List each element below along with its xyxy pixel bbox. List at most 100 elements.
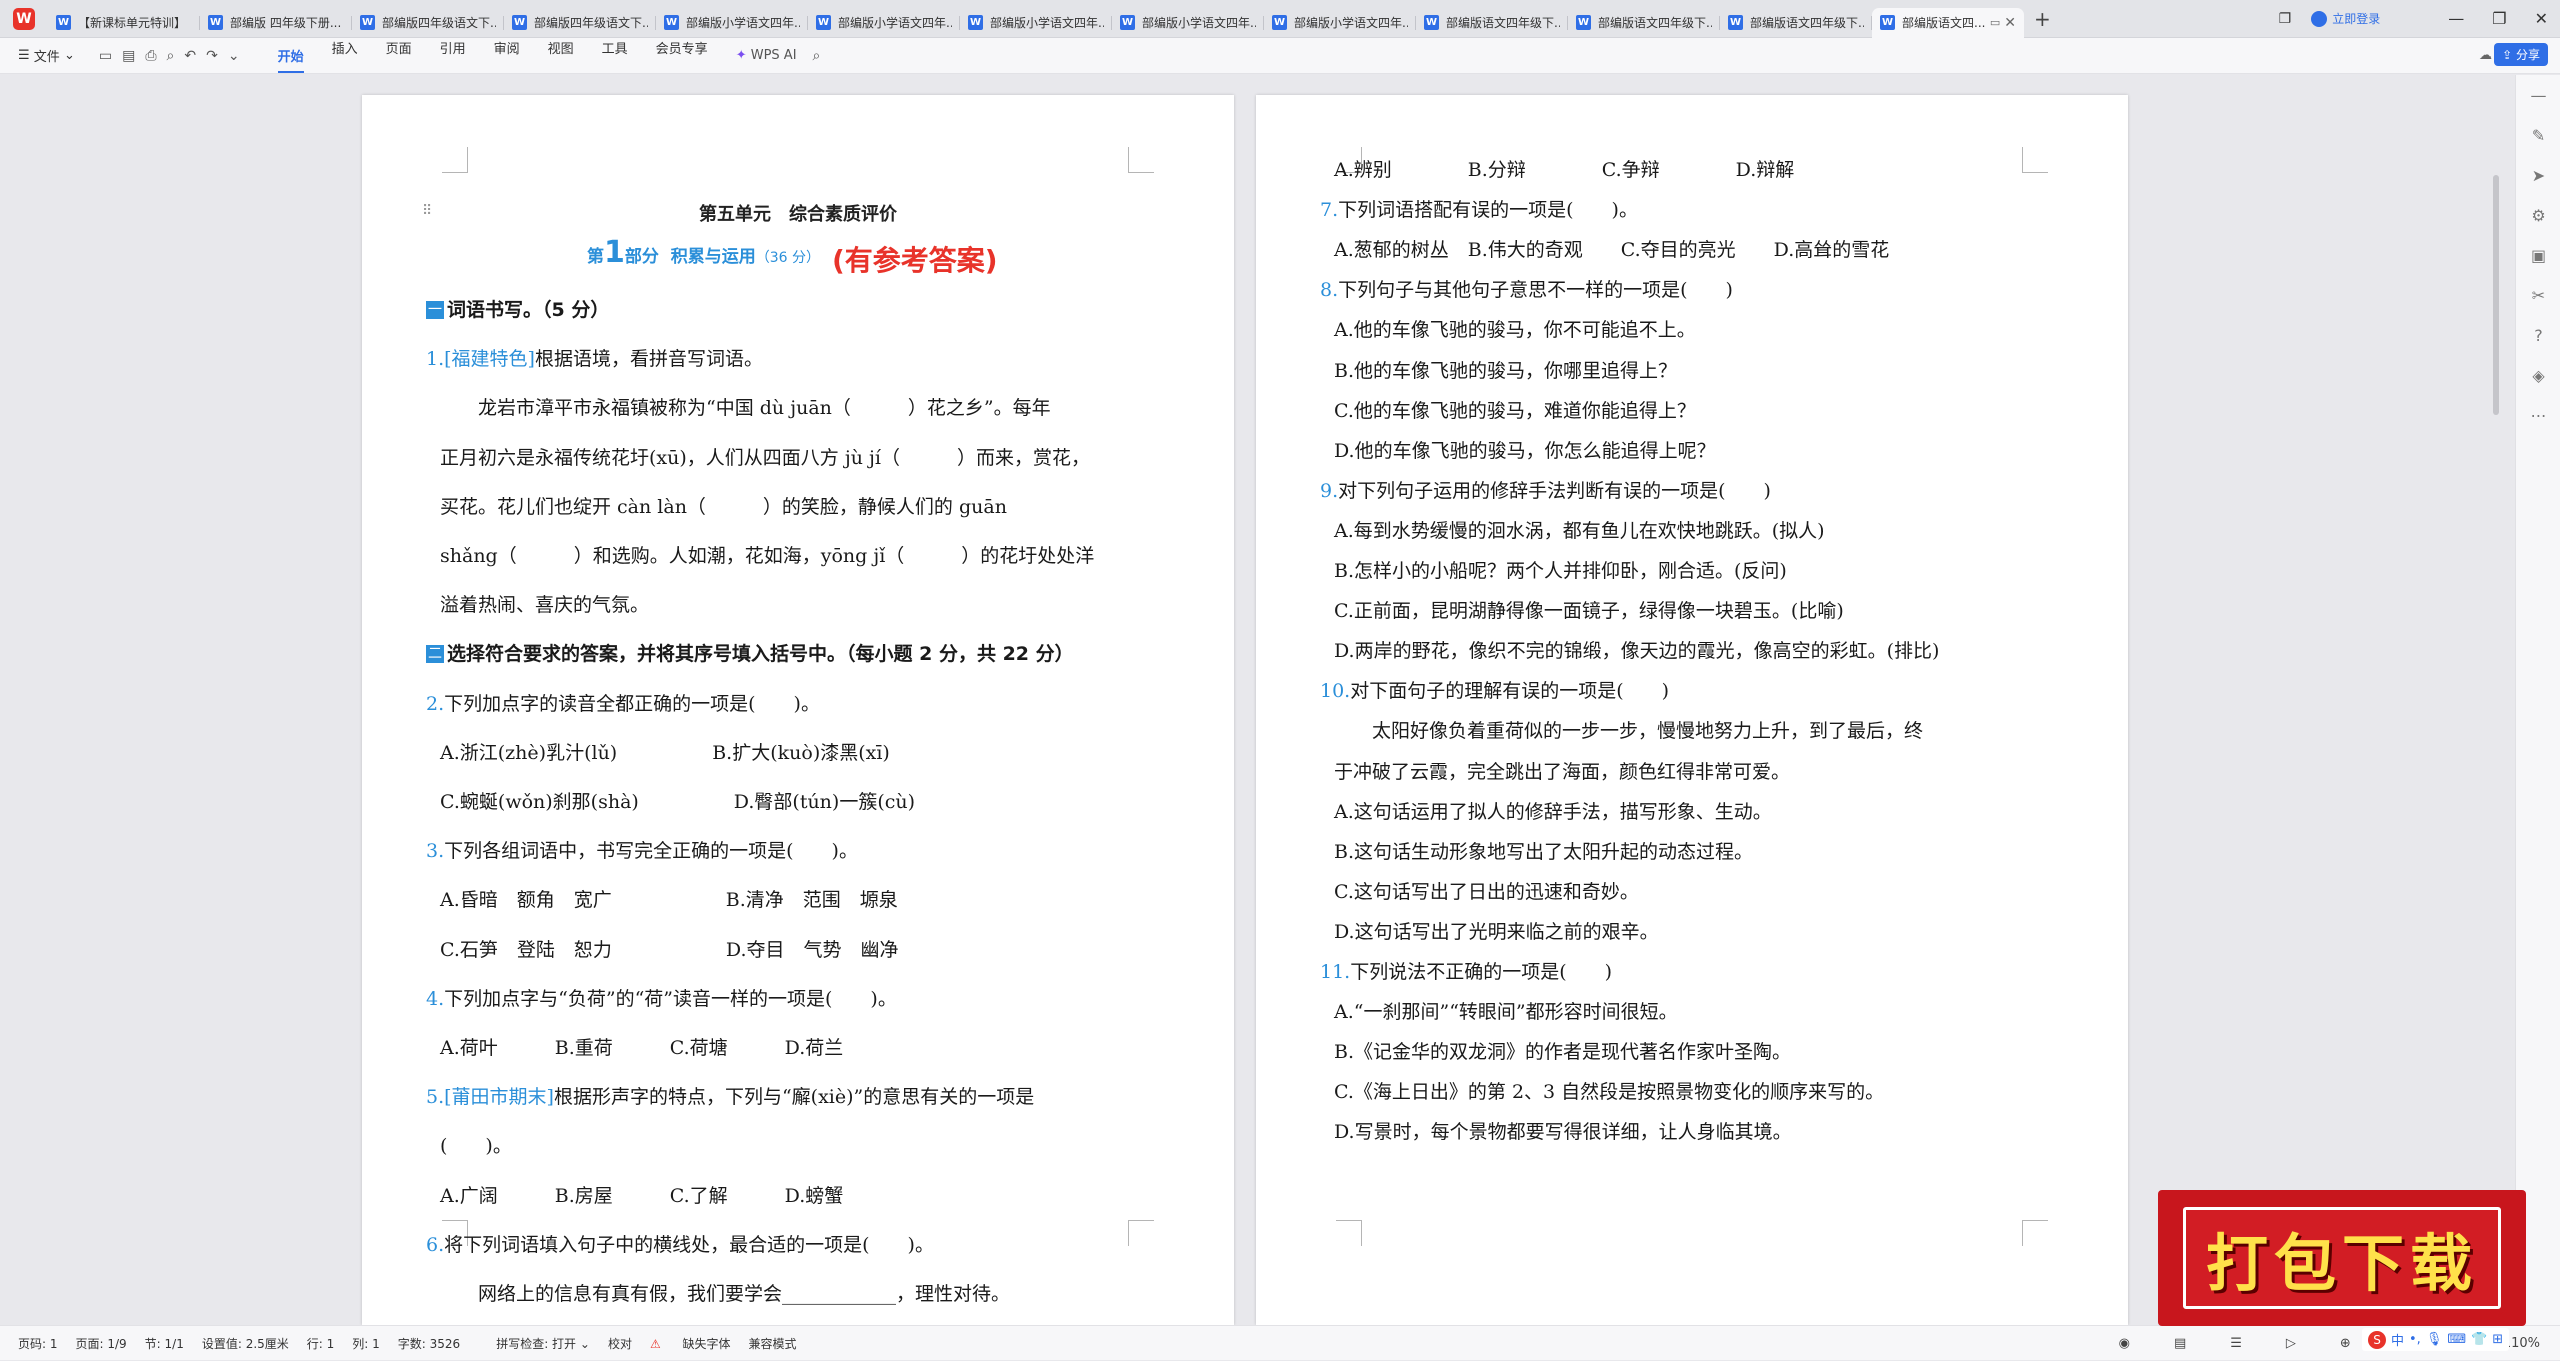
doc-tab[interactable]: W 部编版语文四年级下... <box>1416 8 1568 38</box>
undo-icon[interactable]: ↶ <box>184 48 196 64</box>
ribbon-tab[interactable]: 视图 <box>548 38 574 73</box>
edit-pen-icon[interactable]: ✎ <box>2516 115 2560 155</box>
minimize-pane-icon[interactable]: — <box>2516 75 2560 115</box>
text-line: 太阳好像负着重荷似的一步一步，慢慢地努力上升，到了最后，终 <box>1334 720 1924 743</box>
doc-tab[interactable]: W 部编版四年级语文下... <box>504 8 656 38</box>
ime-mode-icon: 中 <box>2391 1334 2405 1349</box>
ribbon-tab[interactable]: 审阅 <box>494 38 520 73</box>
save-icon[interactable]: ▭ <box>99 48 112 64</box>
more-chevron-icon[interactable]: ⌄ <box>228 48 240 64</box>
wps-logo-icon[interactable]: W <box>0 0 48 38</box>
vertical-scrollbar[interactable] <box>2493 175 2499 415</box>
doc-tab[interactable]: W 部编版小学语文四年... <box>656 8 808 38</box>
new-tab-plus-icon[interactable]: + <box>2034 7 2051 31</box>
status-row[interactable]: 行: 1 <box>307 1335 335 1352</box>
export-pdf-icon[interactable]: ▤ <box>122 48 135 64</box>
ime-keyboard-icon: ⌨ <box>2447 1332 2467 1347</box>
title-tab-bar: W W 【新课标单元特训】 W 部编版 四年级下册... W 部编版四年级语文下... W 部… <box>0 0 2560 38</box>
text-line: A.浙江(zhè)乳汁(lǔ) B.扩大(kuò)漆黑(xī) <box>440 741 890 764</box>
page-1[interactable]: ⠿ 第五单元 综合素质评价 第1部分 积累与运用（36 分） (有参考答案) 一… <box>362 95 1234 1325</box>
layers-icon[interactable]: ◈ <box>2516 355 2560 395</box>
cloud-sync-icon[interactable]: ☁ <box>2479 48 2492 63</box>
minimize-icon[interactable]: — <box>2448 9 2464 28</box>
more-icon[interactable]: ⋯ <box>2516 395 2560 435</box>
select-cursor-icon[interactable]: ➤ <box>2516 155 2560 195</box>
doc-tab[interactable]: W 部编版语文四年级下... <box>1568 8 1720 38</box>
crop-mark <box>1128 147 1154 173</box>
redo-icon[interactable]: ↷ <box>206 48 218 64</box>
status-pages[interactable]: 页面: 1/9 <box>76 1335 127 1352</box>
question-number: 7. <box>1320 199 1339 222</box>
doc-tab[interactable]: W 部编版小学语文四年... <box>960 8 1112 38</box>
section-number: 二 <box>426 645 444 664</box>
question-line: 10.对下面句子的理解有误的一项是( ) <box>1320 680 1670 703</box>
image-icon[interactable]: ▣ <box>2516 235 2560 275</box>
ribbon-tab[interactable]: 开始 <box>277 46 304 73</box>
text-line: C.《海上日出》的第 2、3 自然段是按照景物变化的顺序来写的。 <box>1334 1081 1885 1104</box>
ribbon-tab[interactable]: 工具 <box>602 38 628 73</box>
outline-view-icon[interactable]: ☰ <box>2230 1336 2242 1351</box>
doc-tab[interactable]: W 部编版小学语文四年... <box>808 8 960 38</box>
eye-protect-icon[interactable]: ◉ <box>2119 1336 2130 1351</box>
wps-ai-button[interactable]: ✦ WPS AI <box>736 48 797 63</box>
status-missing-font[interactable]: ⚠ 缺失字体 <box>650 1335 731 1352</box>
text-line: 网络上的信息有真有假，我们要学会____________，理性对待。 <box>440 1283 1011 1305</box>
text-line: C.这句话写出了日出的迅速和奇妙。 <box>1334 880 1639 903</box>
tools-icon[interactable]: ✂ <box>2516 275 2560 315</box>
word-doc-icon: W <box>968 15 983 30</box>
adjust-icon[interactable]: ⚙ <box>2516 195 2560 235</box>
restore-window-icon[interactable]: ❐ <box>2279 11 2292 27</box>
close-tab-icon[interactable]: ✕ <box>2004 15 2016 31</box>
doc-tab[interactable]: W 【新课标单元特训】 <box>48 8 200 38</box>
print-preview-icon[interactable]: ⌕ <box>167 48 175 64</box>
part-heading: 第1部分 积累与运用（36 分） <box>587 235 820 270</box>
status-compat[interactable]: 兼容模式 <box>749 1335 797 1352</box>
page-view-icon[interactable]: ▤ <box>2174 1336 2186 1351</box>
text-line: B.这句话生动形象地写出了太阳升起的动态过程。 <box>1334 840 1754 863</box>
word-doc-icon: W <box>1576 15 1591 30</box>
doc-tab[interactable]: W 部编版小学语文四年... <box>1264 8 1416 38</box>
search-icon[interactable]: ⌕ <box>813 48 821 64</box>
unit-title: 第五单元 综合素质评价 <box>699 204 897 225</box>
doc-tab[interactable]: W 部编版四年级语文下... <box>352 8 504 38</box>
status-proof[interactable]: 校对 <box>608 1335 632 1352</box>
ime-toolbar[interactable]: S 中 •, 🎙 ⌨ 👕 ⊞ <box>2362 1328 2510 1351</box>
ribbon-tab[interactable]: 引用 <box>440 38 466 73</box>
page-2[interactable]: A.辨别 B.分辩 C.争辩 D.辩解 7.下列词语搭配有误的一项是( )。 A.葱… <box>1256 95 2128 1325</box>
help-icon[interactable]: ? <box>2516 315 2560 355</box>
doc-tab[interactable]: W 部编版语文四... ▭ ✕ <box>1872 7 2024 38</box>
ime-punct-icon: •, <box>2409 1332 2421 1347</box>
maximize-icon[interactable]: ❐ <box>2492 9 2506 28</box>
text-line: A.他的车像飞驰的骏马，你不可能追不上。 <box>1334 319 1696 342</box>
menu-hamburger-icon[interactable]: ☰ 文件 ⌄ <box>18 46 75 65</box>
status-page[interactable]: 页码: 1 <box>18 1335 58 1352</box>
text-line: 于冲破了云霞，完全跳出了海面，颜色红得非常可爱。 <box>1334 760 1791 783</box>
status-spell[interactable]: 拼写检查: 打开 ⌄ <box>478 1335 590 1352</box>
monitor-icon[interactable]: ▭ <box>1990 16 2000 29</box>
text-line: A.“一刹那间”“转眼间”都形容时间很短。 <box>1334 1001 1678 1024</box>
status-setting[interactable]: 设置值: 2.5厘米 <box>202 1335 289 1352</box>
text-line: B.怎样小的小船呢？两个人并排仰卧，刚合适。(反问) <box>1334 560 1787 582</box>
status-section[interactable]: 节: 1/1 <box>145 1335 184 1352</box>
ribbon-tab[interactable]: 页面 <box>386 38 412 73</box>
question-number: 1. <box>426 348 445 371</box>
word-doc-icon: W <box>664 15 679 30</box>
doc-tab[interactable]: W 部编版小学语文四年... <box>1112 8 1264 38</box>
status-col[interactable]: 列: 1 <box>352 1335 380 1352</box>
doc-tab[interactable]: W 部编版 四年级下册... <box>200 8 352 38</box>
share-button[interactable]: ⇪ 分享 <box>2494 43 2548 66</box>
document-canvas[interactable]: ⠿ 第五单元 综合素质评价 第1部分 积累与运用（36 分） (有参考答案) 一… <box>0 75 2515 1325</box>
print-icon[interactable]: ⎙ <box>145 48 156 64</box>
status-words[interactable]: 字数: 3526 <box>398 1335 460 1352</box>
ribbon-tab[interactable]: 插入 <box>332 38 358 73</box>
web-view-icon[interactable]: ⊕ <box>2340 1336 2351 1351</box>
text-line: 龙岩市漳平市永福镇被称为“中国 dù juān（ ）花之乡”。每年 <box>440 397 1051 420</box>
word-doc-icon: W <box>816 15 831 30</box>
ribbon-tab[interactable]: 会员专享 <box>656 38 708 73</box>
doc-tab[interactable]: W 部编版语文四年级下... <box>1720 8 1872 38</box>
close-icon[interactable]: ✕ <box>2535 9 2548 28</box>
download-banner[interactable]: 打包下载 <box>2158 1190 2526 1326</box>
status-bar: 页码: 1 页面: 1/9 节: 1/1 设置值: 2.5厘米 行: 1 列: … <box>0 1325 2560 1360</box>
play-icon[interactable]: ▷ <box>2286 1336 2296 1351</box>
login-button[interactable]: 立即登录 <box>2311 10 2380 27</box>
